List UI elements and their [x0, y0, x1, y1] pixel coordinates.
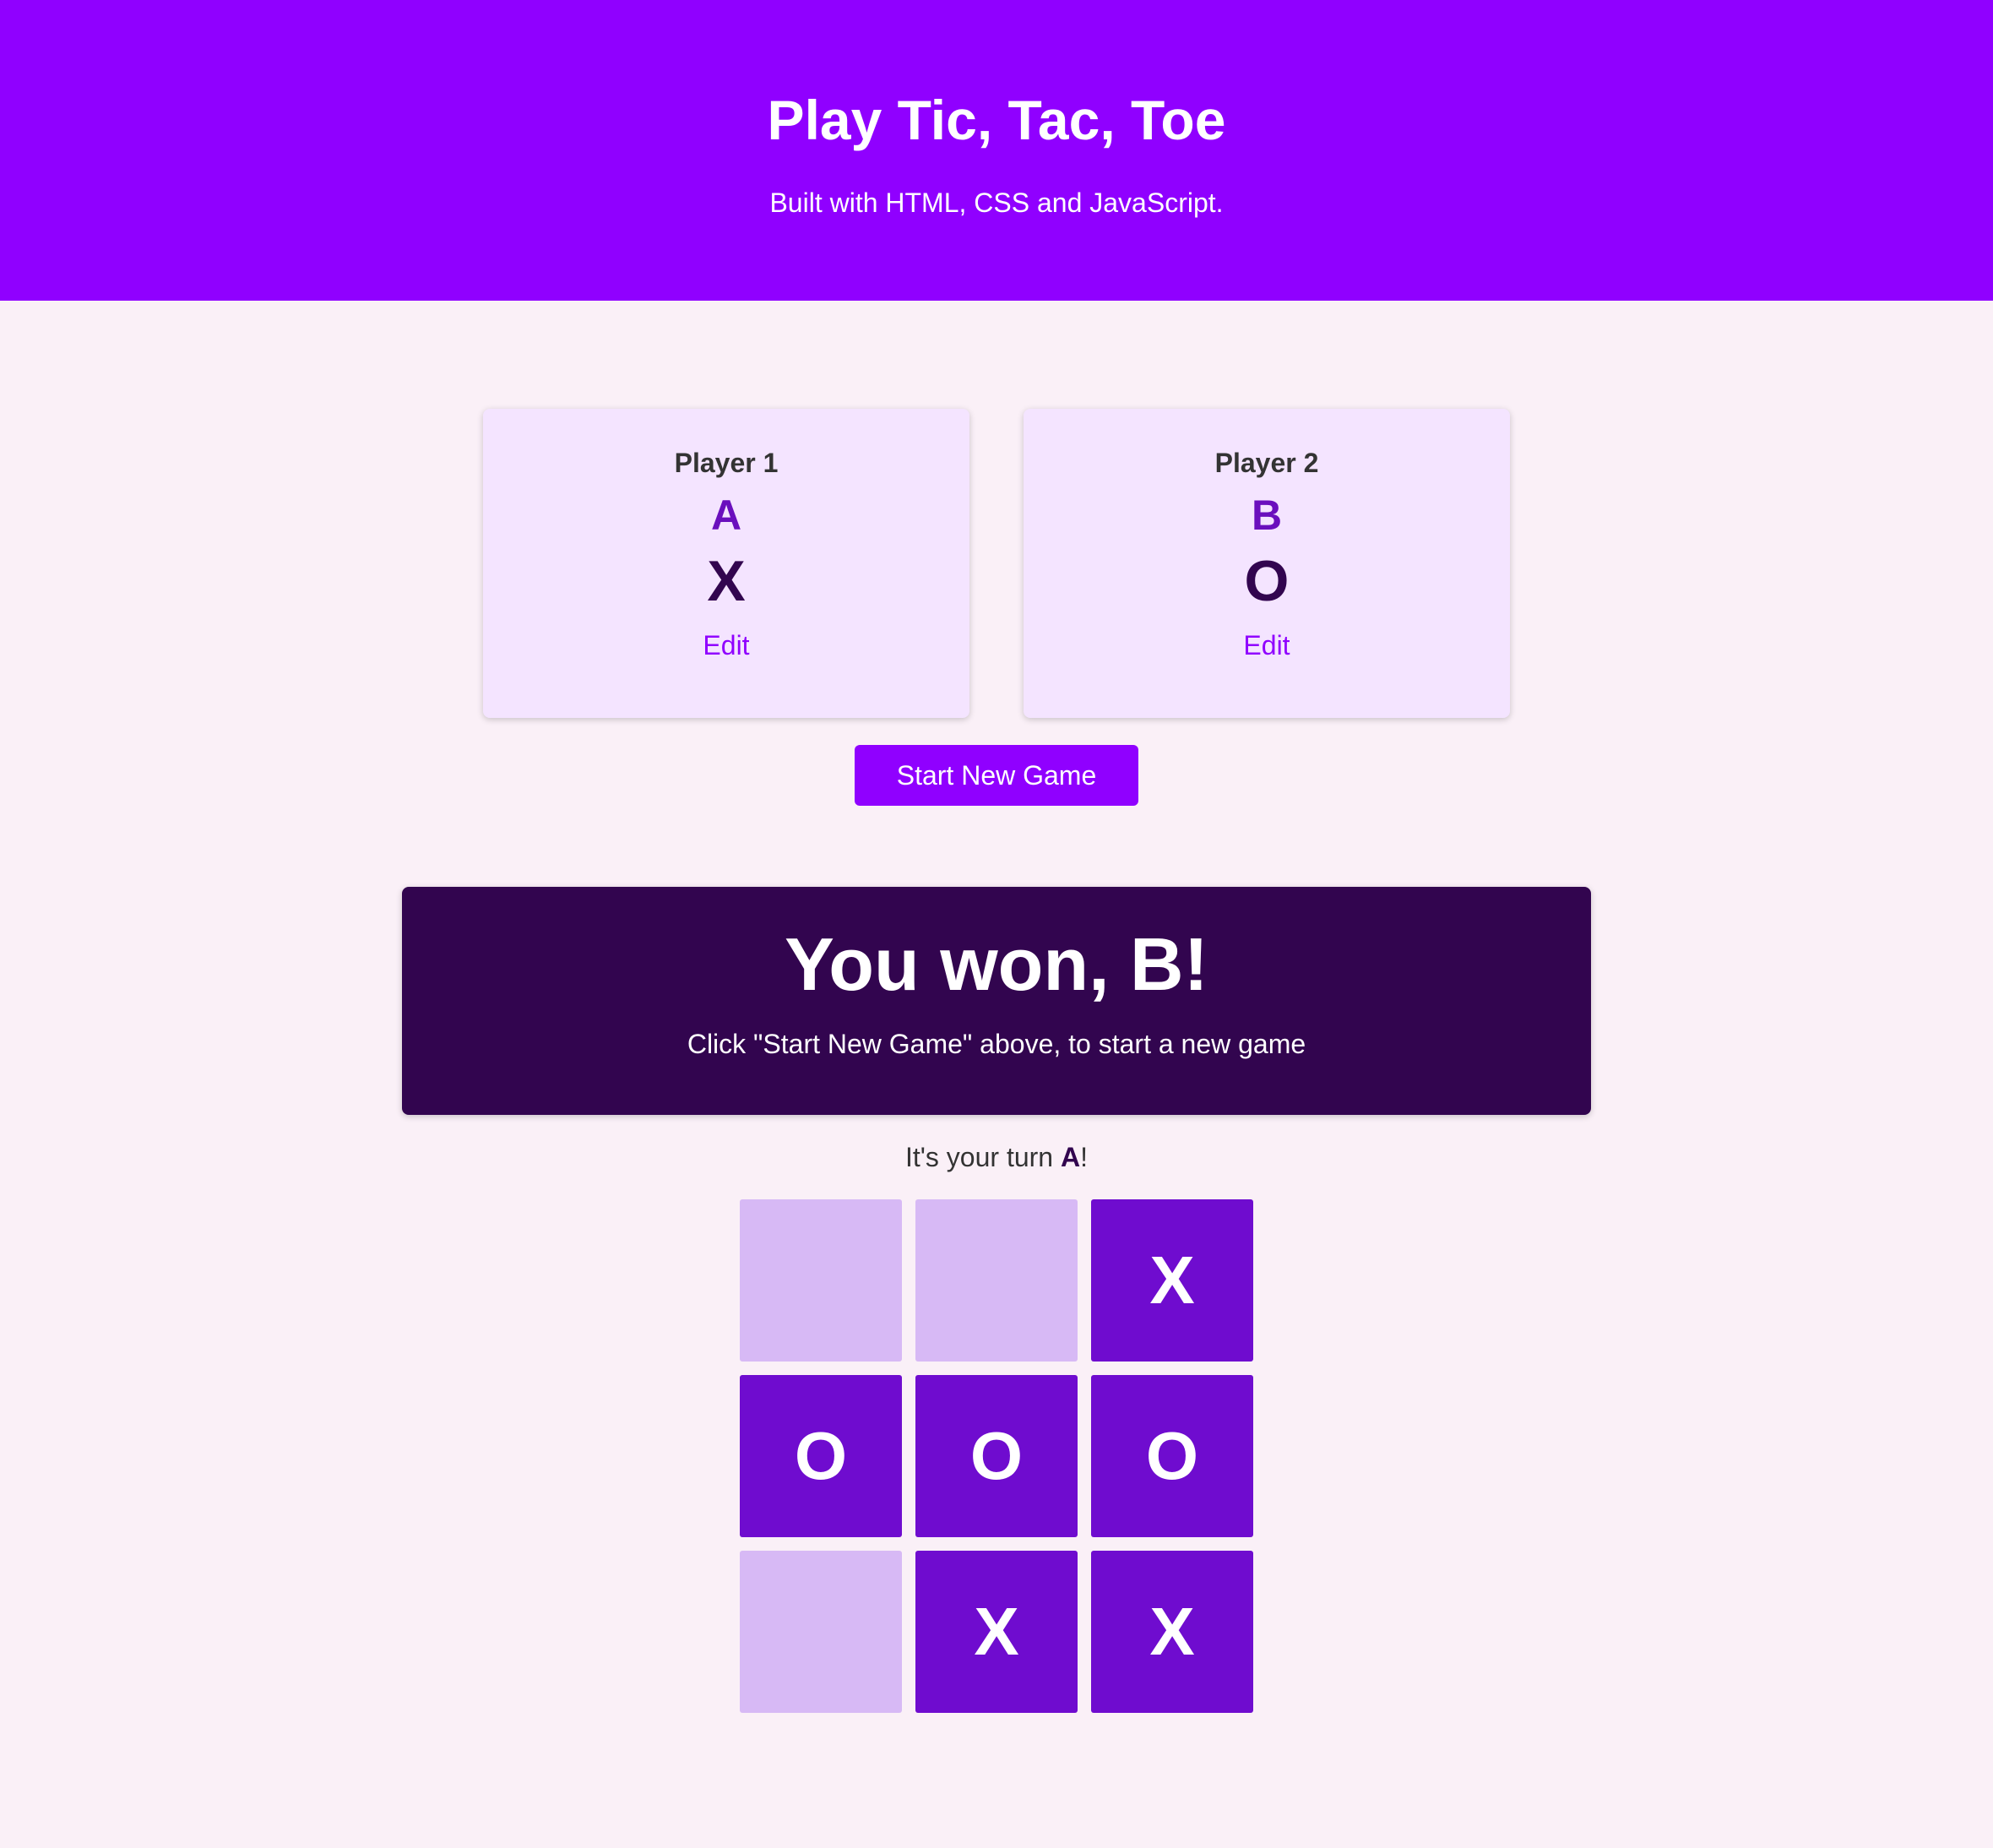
board-cell[interactable]: X — [1091, 1551, 1253, 1713]
board-cell[interactable]: O — [1091, 1375, 1253, 1537]
game-board: X O O O X X — [740, 1199, 1253, 1713]
page-header: Play Tic, Tac, Toe Built with HTML, CSS … — [0, 0, 1993, 301]
board-cell[interactable] — [740, 1551, 902, 1713]
edit-player-1-button[interactable]: Edit — [689, 625, 763, 666]
board-cell[interactable]: X — [915, 1551, 1078, 1713]
player-symbol: O — [1244, 549, 1290, 613]
player-card-2: Player 2 B O Edit — [1024, 409, 1510, 718]
edit-player-2-button[interactable]: Edit — [1230, 625, 1303, 666]
player-label: Player 1 — [674, 448, 779, 478]
start-new-game-button[interactable]: Start New Game — [855, 745, 1138, 806]
board-cell[interactable]: X — [1091, 1199, 1253, 1362]
page-subtitle: Built with HTML, CSS and JavaScript. — [769, 188, 1224, 218]
game-over-title: You won, B! — [785, 922, 1208, 1006]
turn-prefix: It's your turn — [905, 1142, 1061, 1172]
game-over-banner: You won, B! Click "Start New Game" above… — [402, 887, 1591, 1115]
game-over-message: Click "Start New Game" above, to start a… — [687, 1029, 1306, 1059]
page-title: Play Tic, Tac, Toe — [767, 89, 1226, 151]
board-cell[interactable]: O — [915, 1375, 1078, 1537]
turn-suffix: ! — [1080, 1142, 1088, 1172]
player-name: B — [1251, 492, 1283, 539]
board-cell[interactable]: O — [740, 1375, 902, 1537]
player-card-1: Player 1 A X Edit — [483, 409, 969, 718]
board-cell[interactable] — [740, 1199, 902, 1362]
board-cell[interactable] — [915, 1199, 1078, 1362]
player-symbol: X — [707, 549, 746, 613]
player-label: Player 2 — [1214, 448, 1319, 478]
player-name: A — [710, 492, 742, 539]
active-player-name: A — [1060, 1142, 1081, 1172]
turn-indicator: It's your turn A! — [0, 1140, 1993, 1174]
